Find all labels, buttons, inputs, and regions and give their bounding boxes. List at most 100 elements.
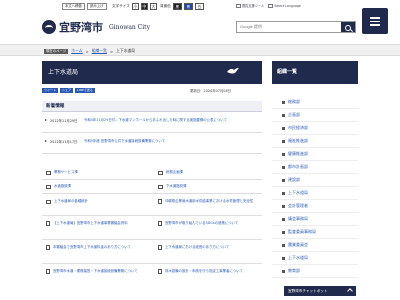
document-icon [158,221,162,226]
city-emblem-icon [42,20,56,34]
bg-color-label: 背景色 [160,4,171,8]
bullet-icon [282,113,285,117]
font-large-button[interactable]: 大 [149,3,157,10]
bullet-icon [282,204,285,208]
bullet-icon [282,152,285,156]
news-item: 2022年11月29日 令和4年11月29日付…下水道マンホールからあふれ出した… [42,113,262,133]
chatbot-button[interactable]: 宜野湾市チャットボット [284,286,356,296]
news-heading: 新着情報 [42,101,262,112]
tools-icon [236,3,241,8]
bullet-icon [282,126,285,130]
bullet-icon [282,256,285,260]
sidebar-item[interactable]: 上下水道局 [272,187,358,200]
grid-link[interactable]: 沖縄県企業局水道用水供給事業における水質管理と安全性 [158,199,258,204]
news-date: 2022年11月29日 [42,113,80,132]
breadcrumb-home[interactable]: ホーム [71,48,82,54]
tweet-button[interactable]: ツイート [42,88,59,93]
accessibility-tools-link[interactable]: 閲覧支援ツール [236,3,264,8]
sidebar-item[interactable]: 会計管理者 [272,200,358,213]
breadcrumb-current: 上下水道局 [116,48,136,53]
sidebar-heading: 組織一覧 [272,61,358,84]
bullet-icon [282,100,285,104]
sidebar-item[interactable]: 都市計画部 [272,161,358,174]
bird-icon [227,68,239,74]
sidebar-item[interactable]: 市民経済部 [272,122,358,135]
logo-english: Ginowan City [109,23,150,31]
divider [42,263,262,264]
grid-link[interactable]: 排水設備の設計・申請を行う指定工事業者について [158,269,258,274]
globe-icon [268,3,274,8]
sidebar-item[interactable]: 上下水道局 [272,252,358,265]
divider [42,193,262,194]
font-medium-button[interactable]: 中 [140,3,148,10]
grid-link[interactable]: 下水道施設課 [158,184,258,189]
breadcrumb-label: 現在のページ [44,48,69,54]
grid-link[interactable]: 【上下水道局】宜野湾市上下水道事業審議会資料 [46,221,146,226]
folder-icon [46,170,51,175]
sidebar-item[interactable]: 総務部 [272,96,358,109]
grid-link[interactable]: 宜野湾市水道・業務運営・下水道接続設備業務について [46,269,146,274]
sidebar-item[interactable]: 議会事務局 [272,213,358,226]
bg-black-button[interactable]: 黒 [172,3,182,10]
breadcrumb-bar: 現在のページ ホーム > 組織一覧 > 上下水道局 [0,44,400,56]
logo-japanese: 宜野湾市 [59,21,103,34]
bg-white-button[interactable]: 白 [194,3,204,10]
site-logo[interactable]: 宜野湾市 Ginowan City [42,19,150,35]
divider [42,179,262,180]
breadcrumb-org-list[interactable]: 組織一覧 [92,48,107,54]
select-language-link[interactable]: Select Language [268,3,301,8]
bullet-icon [282,243,285,247]
updated-date: 更新日：2024年07月08日 [190,89,231,93]
read-aloud-button[interactable]: 読み上げ [86,3,107,10]
font-small-button[interactable]: 小 [131,3,139,10]
search-button[interactable] [341,22,355,32]
bullet-icon [282,269,285,273]
sidebar-item[interactable]: 監査委員事務局 [272,226,358,239]
grid-link[interactable]: 宜野湾市が取り組んでいるSDGsの施策について [158,221,258,226]
news-link[interactable]: 令和4年11月29日付…下水道マンホールからあふれ出した時に関する実施要綱の公表… [80,113,262,132]
menu-button[interactable] [362,8,388,34]
grid-link[interactable]: 業務サービス課 [46,170,146,175]
divider [42,215,262,216]
news-link[interactable]: 令和5年度 宜野湾市公共下水道接続設備業務について [80,134,262,153]
grid-link[interactable]: 上下水道局における経営のあり方について [158,245,258,250]
utility-bar: 本文へ移動 読み上げ 文字サイズ 小 中 大 背景色 黒 青 白 閲覧支援ツール… [0,3,400,11]
share-tools: ツイート シェア LINEで送る [42,88,95,93]
share-button[interactable]: シェア [60,88,74,93]
document-icon [46,245,50,250]
grid-link[interactable]: 総務企画課 [158,170,258,175]
sidebar-item[interactable]: 教育部 [272,265,358,278]
sidebar-item[interactable]: 農業委員会 [272,239,358,252]
grid-link[interactable]: 上下水道局の各種統計 [46,199,146,204]
breadcrumb-separator: > [85,48,89,54]
sidebar-item[interactable]: 健康推進部 [272,148,358,161]
document-icon [158,245,162,250]
font-size-label: 文字サイズ [112,4,130,8]
folder-icon [46,184,51,189]
sidebar-item[interactable]: 企画部 [272,109,358,122]
page-title: 上下水道局 [42,61,262,84]
bullet-icon [282,139,285,143]
breadcrumb-separator: > [109,48,114,54]
news-item: 2022年11月17日 令和5年度 宜野湾市公共下水道接続設備業務について [42,134,262,154]
sidebar-item[interactable]: 建設部 [272,174,358,187]
news-date: 2022年11月17日 [42,134,80,153]
document-icon [158,269,162,274]
bullet-icon [282,191,285,195]
document-icon [158,199,162,204]
folder-icon [158,184,163,189]
line-button[interactable]: LINEで送る [75,88,95,93]
grid-link[interactable]: 水道施設課 [46,184,146,189]
bg-blue-button[interactable]: 青 [183,3,193,10]
folder-icon [158,170,163,175]
skip-to-content-button[interactable]: 本文へ移動 [62,3,85,10]
sidebar-item[interactable]: 福祉推進部 [272,135,358,148]
bullet-icon [282,217,285,221]
grid-link[interactable]: 本審議会で宜野湾市上下水道料金のあり方について [46,245,146,250]
search-input[interactable] [237,22,341,32]
bullet-icon [282,165,285,169]
breadcrumb: 現在のページ ホーム > 組織一覧 > 上下水道局 [44,48,135,54]
divider [42,239,262,240]
bullet-icon [282,230,285,234]
bullet-icon [282,178,285,182]
